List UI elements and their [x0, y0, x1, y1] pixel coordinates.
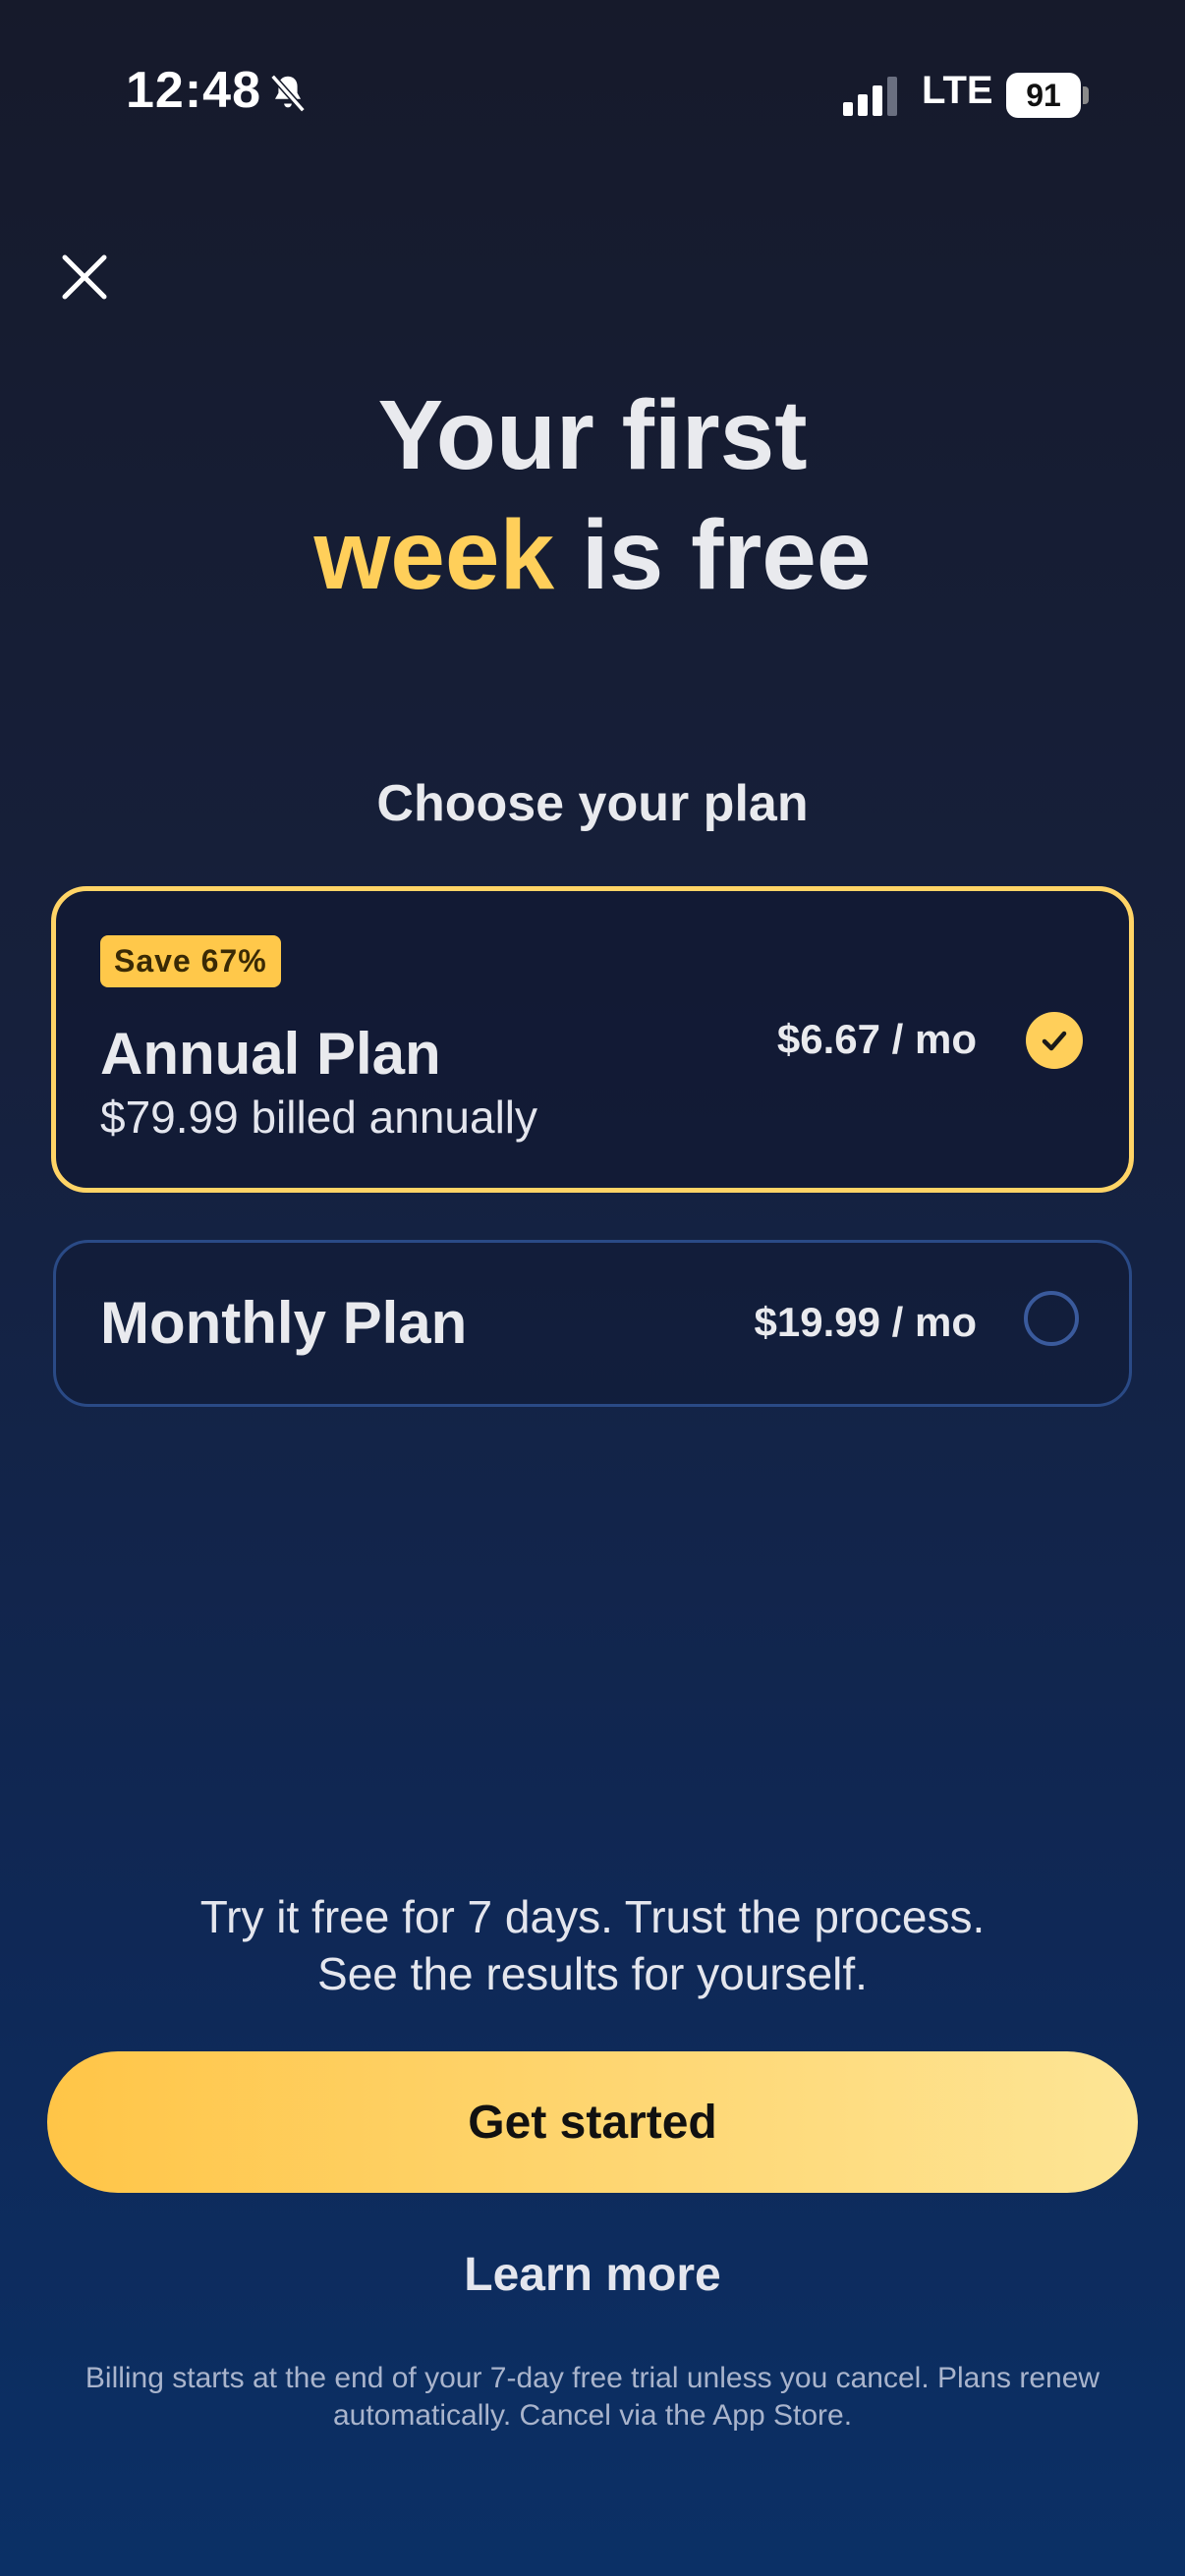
monthly-plan-title: Monthly Plan	[100, 1290, 468, 1356]
promo-line-2: See the results for yourself.	[317, 1948, 868, 1999]
page-title: Your first week is free	[0, 375, 1185, 615]
learn-more-link[interactable]: Learn more	[0, 2248, 1185, 2302]
title-accent-word: week	[313, 500, 555, 610]
promo-text: Try it free for 7 days. Trust the proces…	[0, 1888, 1185, 2002]
battery-icon: 91	[1006, 73, 1081, 118]
title-line-2: week is free	[0, 495, 1185, 615]
billing-fineprint: Billing starts at the end of your 7-day …	[85, 2362, 1100, 2432]
unselected-radio[interactable]	[1024, 1291, 1079, 1346]
choose-plan-heading: Choose your plan	[376, 775, 809, 832]
checkmark-icon	[1042, 1031, 1067, 1051]
status-time: 12:48	[126, 62, 261, 119]
network-type: LTE	[922, 69, 993, 112]
selected-check-icon[interactable]	[1026, 1012, 1083, 1069]
get-started-button[interactable]: Get started	[47, 2051, 1138, 2193]
signal-icon	[843, 77, 897, 116]
battery-level: 91	[1026, 77, 1061, 113]
annual-plan-title: Annual Plan	[100, 1021, 441, 1087]
battery-cap	[1083, 86, 1089, 104]
save-badge: Save 67%	[100, 935, 281, 987]
annual-plan-price: $6.67 / mo	[776, 1016, 977, 1062]
monthly-plan-price: $19.99 / mo	[754, 1299, 977, 1345]
title-line-1: Your first	[377, 380, 808, 490]
bell-muted-icon	[270, 74, 306, 113]
annual-plan-billing: $79.99 billed annually	[100, 1092, 538, 1143]
close-icon[interactable]	[55, 248, 114, 307]
get-started-label: Get started	[468, 2096, 717, 2149]
title-line-2-rest: is free	[554, 500, 872, 610]
promo-line-1: Try it free for 7 days. Trust the proces…	[199, 1891, 986, 1942]
